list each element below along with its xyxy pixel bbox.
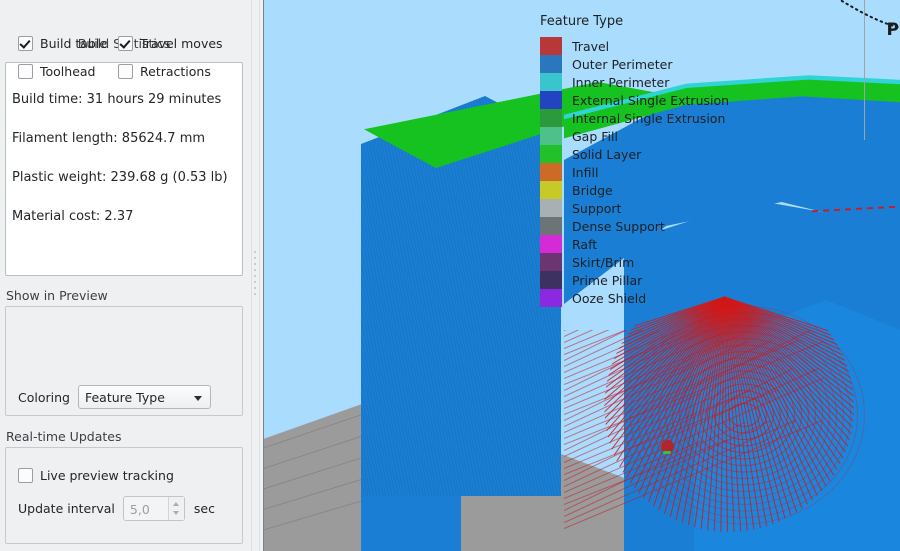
- panel-splitter[interactable]: [249, 0, 262, 551]
- checkbox-live-preview-tracking[interactable]: Live preview tracking: [18, 468, 174, 483]
- checkbox-label-retractions: Retractions: [140, 64, 211, 79]
- legend-item-label: Outer Perimeter: [572, 56, 673, 72]
- legend-item: Outer Perimeter: [540, 55, 730, 73]
- legend-item-label: Inner Perimeter: [572, 74, 670, 90]
- legend-item: Internal Single Extrusion: [540, 109, 730, 127]
- checkbox-label-toolhead: Toolhead: [40, 64, 96, 79]
- preview-window: Build Statistics Build time: 31 hours 29…: [0, 0, 900, 551]
- coloring-label: Coloring: [18, 389, 70, 405]
- legend-item: Ooze Shield: [540, 289, 730, 307]
- realtime-updates-title: Real-time Updates: [6, 429, 122, 444]
- build-statistics-text: Build time: 31 hours 29 minutes Filament…: [12, 70, 234, 246]
- splitter-line-left: [251, 0, 252, 551]
- spinner-up-icon[interactable]: [172, 502, 179, 506]
- build-time-line: Build time: 31 hours 29 minutes: [12, 91, 222, 107]
- legend-title: Feature Type: [540, 14, 624, 29]
- view-orientation-label: P: [886, 20, 899, 40]
- left-settings-panel: Build Statistics Build time: 31 hours 29…: [0, 0, 248, 551]
- travel-ring: [623, 305, 865, 525]
- plastic-weight-line: Plastic weight: 239.68 g (0.53 lb): [12, 169, 228, 185]
- coloring-dropdown-value: Feature Type: [84, 389, 165, 405]
- coloring-row: Coloring Feature Type: [18, 385, 211, 409]
- legend-item-label: Solid Layer: [572, 146, 642, 162]
- splitter-grip[interactable]: [254, 251, 257, 299]
- checkbox-row-2: Toolhead Retractions: [18, 64, 233, 79]
- legend-color-swatch: [540, 181, 562, 199]
- legend-item: Travel: [540, 37, 730, 55]
- checkbox-box-toolhead[interactable]: [18, 64, 33, 79]
- update-interval-value: 5,0: [129, 502, 150, 517]
- show-in-preview-title: Show in Preview: [6, 288, 108, 303]
- legend-color-swatch: [540, 145, 562, 163]
- update-interval-label: Update interval: [18, 501, 115, 516]
- legend-color-swatch: [540, 55, 562, 73]
- legend-color-swatch: [540, 235, 562, 253]
- filament-length-line: Filament length: 85624.7 mm: [12, 130, 206, 146]
- legend-item-label: Travel: [572, 38, 610, 54]
- feature-type-legend: Feature Type Travel Outer Perimeter Inner …: [540, 14, 730, 307]
- checkbox-box-travel-moves[interactable]: [118, 36, 133, 51]
- checkbox-box-retractions[interactable]: [118, 64, 133, 79]
- preview-checkbox-grid: Build table Travel moves Toolhead Retrac…: [18, 36, 233, 92]
- chevron-down-icon[interactable]: [193, 396, 202, 401]
- legend-color-swatch: [540, 91, 562, 109]
- legend-color-swatch: [540, 217, 562, 235]
- legend-color-swatch: [540, 271, 562, 289]
- legend-item-label: Dense Support: [572, 218, 665, 234]
- legend-item-label: Skirt/Brim: [572, 254, 635, 270]
- update-interval-spinbox[interactable]: 5,0: [122, 496, 185, 521]
- legend-item-label: Support: [572, 200, 622, 216]
- legend-item: Infill: [540, 163, 730, 181]
- material-cost-line: Material cost: 2.37: [12, 208, 134, 224]
- legend-item-label: Gap Fill: [572, 128, 618, 144]
- legend-item: Gap Fill: [540, 127, 730, 145]
- checkbox-box-build-table[interactable]: [18, 36, 33, 51]
- legend-item-label: Infill: [572, 164, 599, 180]
- travel-move-rings: [623, 300, 865, 530]
- legend-color-swatch: [540, 109, 562, 127]
- legend-item: Dense Support: [540, 217, 730, 235]
- legend-color-swatch: [540, 37, 562, 55]
- legend-item: Inner Perimeter: [540, 73, 730, 91]
- gcode-preview-viewport[interactable]: P Feature Type Travel Outer Perimeter Inne…: [263, 0, 900, 551]
- update-interval-row: Update interval 5,0 sec: [18, 496, 215, 521]
- legend-item: Prime Pillar: [540, 271, 730, 289]
- legend-item-label: External Single Extrusion: [572, 92, 730, 108]
- model-detail-blob: [661, 440, 674, 454]
- checkbox-label-build-table: Build table: [40, 36, 108, 51]
- legend-color-swatch: [540, 73, 562, 91]
- legend-color-swatch: [540, 163, 562, 181]
- update-interval-unit: sec: [193, 501, 215, 516]
- legend-item-label: Internal Single Extrusion: [572, 110, 726, 126]
- checkbox-row-1: Build table Travel moves: [18, 36, 233, 51]
- coloring-dropdown[interactable]: Feature Type: [77, 385, 211, 409]
- checkbox-retractions[interactable]: Retractions: [118, 64, 211, 79]
- checkbox-box-live-preview-tracking[interactable]: [18, 468, 33, 483]
- checkbox-label-live-preview-tracking: Live preview tracking: [40, 468, 174, 483]
- legend-item: Raft: [540, 235, 730, 253]
- legend-color-swatch: [540, 253, 562, 271]
- legend-item: Skirt/Brim: [540, 253, 730, 271]
- legend-item-label: Ooze Shield: [572, 290, 647, 306]
- checkbox-label-travel-moves: Travel moves: [140, 36, 223, 51]
- legend-rows: Travel Outer Perimeter Inner Perimeter Exte…: [540, 37, 730, 307]
- legend-color-swatch: [540, 289, 562, 307]
- legend-color-swatch: [540, 127, 562, 145]
- checkbox-toolhead[interactable]: Toolhead: [18, 64, 118, 79]
- legend-item-label: Bridge: [572, 182, 613, 198]
- legend-item-label: Raft: [572, 236, 598, 252]
- legend-item-label: Prime Pillar: [572, 272, 643, 288]
- legend-item: Support: [540, 199, 730, 217]
- spinner-down-icon[interactable]: [172, 511, 179, 515]
- legend-item: Solid Layer: [540, 145, 730, 163]
- legend-item: Bridge: [540, 181, 730, 199]
- checkbox-build-table[interactable]: Build table: [18, 36, 118, 51]
- legend-color-swatch: [540, 199, 562, 217]
- checkbox-travel-moves[interactable]: Travel moves: [118, 36, 223, 51]
- legend-item: External Single Extrusion: [540, 91, 730, 109]
- splitter-line-right: [259, 0, 260, 551]
- realtime-updates-group: Real-time Updates: [0, 429, 248, 544]
- spinner-buttons[interactable]: [167, 497, 184, 520]
